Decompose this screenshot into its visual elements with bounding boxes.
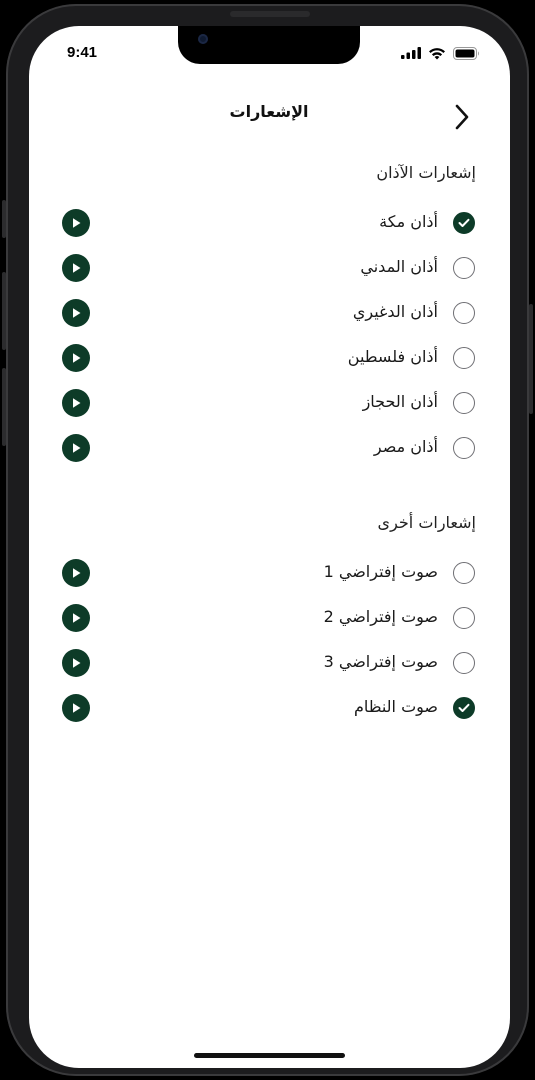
play-button[interactable] xyxy=(62,559,90,587)
list-item[interactable]: صوت النظام xyxy=(29,688,510,728)
volume-up-button xyxy=(2,272,6,350)
list-item[interactable]: صوت إفتراضي 3 xyxy=(29,643,510,683)
list-item-label: أذان مكة xyxy=(379,212,438,231)
silent-switch xyxy=(2,200,6,238)
play-icon xyxy=(73,568,81,578)
page-title: الإشعارات xyxy=(229,102,309,121)
list-item[interactable]: صوت إفتراضي 1 xyxy=(29,553,510,593)
list-item-label: صوت النظام xyxy=(353,697,438,716)
play-button[interactable] xyxy=(62,389,90,417)
list-item[interactable]: أذان مصر xyxy=(29,428,510,468)
checkmark-icon xyxy=(458,218,470,227)
radio-button[interactable] xyxy=(453,607,475,629)
play-icon xyxy=(73,703,81,713)
list-item-label: أذان فلسطين xyxy=(347,347,438,366)
play-icon xyxy=(73,658,81,668)
play-icon xyxy=(73,353,81,363)
play-icon xyxy=(73,613,81,623)
play-button[interactable] xyxy=(62,254,90,282)
radio-button[interactable] xyxy=(453,437,475,459)
list-item-label: صوت إفتراضي 2 xyxy=(323,607,438,626)
radio-button[interactable] xyxy=(453,652,475,674)
wifi-icon xyxy=(429,47,445,59)
play-icon xyxy=(73,308,81,318)
list-item-label: صوت إفتراضي 3 xyxy=(323,652,438,671)
power-button xyxy=(529,304,533,414)
volume-down-button xyxy=(2,368,6,446)
status-time: 9:41 xyxy=(67,44,98,61)
play-button[interactable] xyxy=(62,209,90,237)
app-screen: 9:41 الإشعارات إشعارات الآذان أذان مكة أ… xyxy=(29,26,510,1068)
battery-icon xyxy=(453,46,479,60)
play-button[interactable] xyxy=(62,434,90,462)
list-item[interactable]: أذان مكة xyxy=(29,203,510,243)
notch xyxy=(178,26,360,64)
list-item-label: أذان الدغيري xyxy=(352,302,438,321)
chevron-right-icon xyxy=(455,104,469,130)
list-item[interactable]: أذان المدني xyxy=(29,248,510,288)
earpiece-speaker xyxy=(230,11,310,17)
section-title-adhan: إشعارات الآذان xyxy=(376,163,476,182)
play-button[interactable] xyxy=(62,299,90,327)
radio-button[interactable] xyxy=(453,562,475,584)
play-icon xyxy=(73,443,81,453)
list-item-label: أذان مصر xyxy=(373,437,438,456)
list-item[interactable]: أذان فلسطين xyxy=(29,338,510,378)
play-button[interactable] xyxy=(62,649,90,677)
play-icon xyxy=(73,218,81,228)
list-item-label: أذان المدني xyxy=(360,257,438,276)
play-button[interactable] xyxy=(62,604,90,632)
list-item-label: صوت إفتراضي 1 xyxy=(323,562,438,581)
front-camera xyxy=(198,34,208,44)
list-item-label: أذان الحجاز xyxy=(362,392,438,411)
radio-button[interactable] xyxy=(453,212,475,234)
play-icon xyxy=(73,398,81,408)
radio-button[interactable] xyxy=(453,347,475,369)
list-item[interactable]: أذان الحجاز xyxy=(29,383,510,423)
list-item[interactable]: صوت إفتراضي 2 xyxy=(29,598,510,638)
cellular-signal-icon xyxy=(401,47,421,59)
list-item[interactable]: أذان الدغيري xyxy=(29,293,510,333)
play-icon xyxy=(73,263,81,273)
checkmark-icon xyxy=(458,703,470,712)
radio-button[interactable] xyxy=(453,302,475,324)
play-button[interactable] xyxy=(62,344,90,372)
back-button[interactable] xyxy=(447,100,477,134)
home-indicator[interactable] xyxy=(194,1053,345,1058)
status-icons xyxy=(401,46,480,60)
radio-button[interactable] xyxy=(453,257,475,279)
play-button[interactable] xyxy=(62,694,90,722)
radio-button[interactable] xyxy=(453,697,475,719)
radio-button[interactable] xyxy=(453,392,475,414)
section-title-other: إشعارات أخرى xyxy=(377,513,476,532)
